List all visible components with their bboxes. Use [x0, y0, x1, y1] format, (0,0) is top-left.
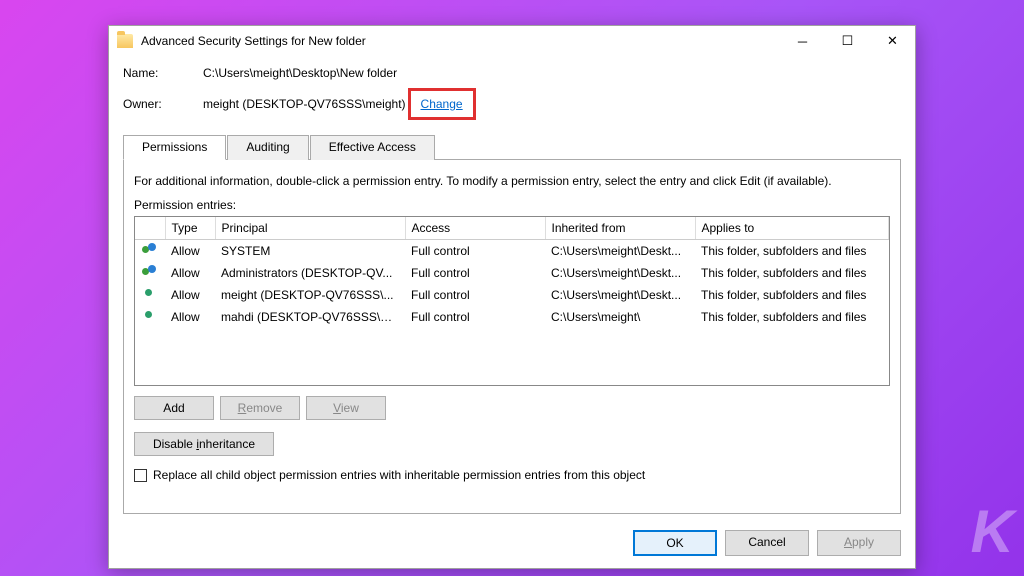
- cell-applies: This folder, subfolders and files: [695, 262, 889, 284]
- cell-principal: SYSTEM: [215, 240, 405, 263]
- col-principal[interactable]: Principal: [215, 217, 405, 240]
- window-title: Advanced Security Settings for New folde…: [141, 34, 366, 48]
- tab-permissions[interactable]: Permissions: [123, 135, 226, 160]
- cell-access: Full control: [405, 240, 545, 263]
- cell-principal: meight (DESKTOP-QV76SSS\...: [215, 284, 405, 306]
- owner-row: Owner: meight (DESKTOP-QV76SSS\meight) C…: [123, 88, 901, 120]
- owner-label: Owner:: [123, 97, 203, 111]
- change-highlight: Change: [408, 88, 476, 120]
- cell-principal: Administrators (DESKTOP-QV...: [215, 262, 405, 284]
- cell-inherited: C:\Users\meight\Deskt...: [545, 262, 695, 284]
- view-button[interactable]: View: [306, 396, 386, 420]
- cell-inherited: C:\Users\meight\Deskt...: [545, 284, 695, 306]
- cell-access: Full control: [405, 262, 545, 284]
- watermark: K: [971, 497, 1014, 566]
- name-value: C:\Users\meight\Desktop\New folder: [203, 66, 397, 80]
- minimize-button[interactable]: ─: [780, 26, 825, 56]
- folder-icon: [117, 34, 133, 48]
- cell-inherited: C:\Users\meight\: [545, 306, 695, 328]
- col-access[interactable]: Access: [405, 217, 545, 240]
- principal-icon: [141, 243, 157, 259]
- permission-entries-table[interactable]: Type Principal Access Inherited from App…: [134, 216, 890, 386]
- cell-applies: This folder, subfolders and files: [695, 284, 889, 306]
- panel-hint: For additional information, double-click…: [134, 174, 890, 188]
- cell-principal: mahdi (DESKTOP-QV76SSS\m...: [215, 306, 405, 328]
- entries-label: Permission entries:: [134, 198, 890, 212]
- replace-checkbox-row: Replace all child object permission entr…: [134, 468, 890, 482]
- content-area: Name: C:\Users\meight\Desktop\New folder…: [109, 56, 915, 522]
- titlebar: Advanced Security Settings for New folde…: [109, 26, 915, 56]
- remove-button[interactable]: Remove: [220, 396, 300, 420]
- owner-value: meight (DESKTOP-QV76SSS\meight): [203, 97, 406, 111]
- name-label: Name:: [123, 66, 203, 80]
- principal-icon: [141, 309, 157, 325]
- cell-type: Allow: [165, 262, 215, 284]
- disable-inheritance-button[interactable]: Disable inheritance: [134, 432, 274, 456]
- principal-icon: [141, 265, 157, 281]
- cell-applies: This folder, subfolders and files: [695, 240, 889, 263]
- change-owner-link[interactable]: Change: [421, 97, 463, 111]
- col-applies[interactable]: Applies to: [695, 217, 889, 240]
- close-button[interactable]: ✕: [870, 26, 915, 56]
- apply-button[interactable]: Apply: [817, 530, 901, 556]
- maximize-button[interactable]: ☐: [825, 26, 870, 56]
- permissions-panel: For additional information, double-click…: [123, 160, 901, 514]
- cell-type: Allow: [165, 240, 215, 263]
- cell-inherited: C:\Users\meight\Deskt...: [545, 240, 695, 263]
- cell-applies: This folder, subfolders and files: [695, 306, 889, 328]
- tab-effective-access[interactable]: Effective Access: [310, 135, 435, 160]
- cancel-button[interactable]: Cancel: [725, 530, 809, 556]
- table-header: Type Principal Access Inherited from App…: [135, 217, 889, 240]
- dialog-footer: OK Cancel Apply: [109, 522, 915, 568]
- cell-access: Full control: [405, 306, 545, 328]
- cell-access: Full control: [405, 284, 545, 306]
- replace-checkbox[interactable]: [134, 469, 147, 482]
- tab-auditing[interactable]: Auditing: [227, 135, 308, 160]
- inheritance-buttons: Disable inheritance: [134, 432, 890, 456]
- table-row[interactable]: Allowmahdi (DESKTOP-QV76SSS\m...Full con…: [135, 306, 889, 328]
- principal-icon: [141, 287, 157, 303]
- cell-type: Allow: [165, 306, 215, 328]
- col-inherited[interactable]: Inherited from: [545, 217, 695, 240]
- name-row: Name: C:\Users\meight\Desktop\New folder: [123, 66, 901, 80]
- security-settings-window: Advanced Security Settings for New folde…: [108, 25, 916, 569]
- tab-bar: Permissions Auditing Effective Access: [123, 134, 901, 160]
- table-row[interactable]: Allowmeight (DESKTOP-QV76SSS\...Full con…: [135, 284, 889, 306]
- cell-type: Allow: [165, 284, 215, 306]
- replace-checkbox-label[interactable]: Replace all child object permission entr…: [153, 468, 645, 482]
- entry-buttons: AAdddd Remove View: [134, 396, 890, 420]
- table-row[interactable]: AllowAdministrators (DESKTOP-QV...Full c…: [135, 262, 889, 284]
- add-button[interactable]: AAdddd: [134, 396, 214, 420]
- col-type[interactable]: Type: [165, 217, 215, 240]
- window-controls: ─ ☐ ✕: [780, 26, 915, 56]
- ok-button[interactable]: OK: [633, 530, 717, 556]
- table-row[interactable]: AllowSYSTEMFull controlC:\Users\meight\D…: [135, 240, 889, 263]
